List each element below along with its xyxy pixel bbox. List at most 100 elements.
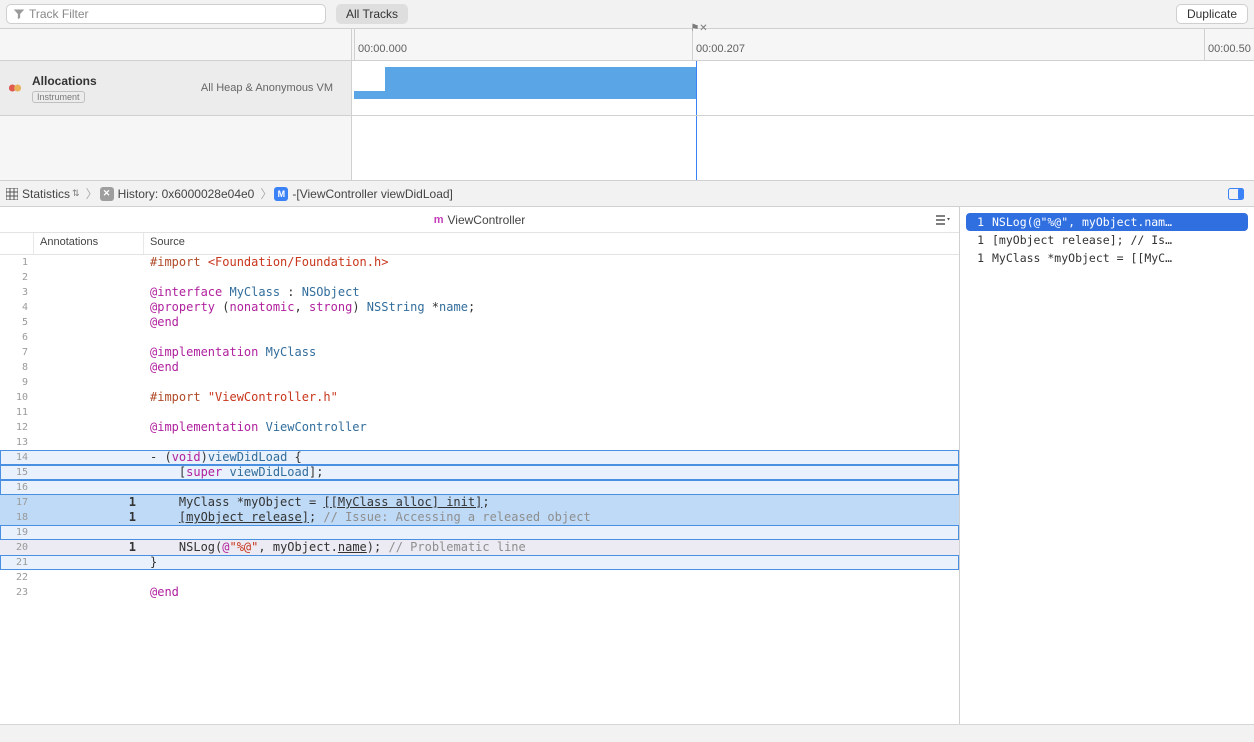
track-filter-input[interactable]: Track Filter — [6, 4, 326, 24]
line-number: 23 — [0, 585, 34, 600]
heaviest-stack-panel: 1 NSLog(@"%@", myObject.nam… 1 [myObject re… — [960, 207, 1254, 724]
line-number: 9 — [0, 375, 34, 390]
line-number: 5 — [0, 315, 34, 330]
line-number: 13 — [0, 435, 34, 450]
line-number: 20 — [0, 540, 34, 555]
annotation-count: 1 — [34, 495, 144, 510]
chevron-right-icon: 〉 — [86, 185, 98, 202]
line-number: 7 — [0, 345, 34, 360]
source-panel: m ViewController Annotations Source 1#im… — [0, 207, 960, 724]
method-icon: M — [274, 187, 288, 201]
playhead-flag-icon: ⚑✕ — [690, 23, 707, 34]
source-text: @end — [144, 360, 959, 375]
code-line[interactable]: 14- (void)viewDidLoad { — [0, 450, 959, 465]
code-line[interactable]: 3 @interface MyClass : NSObject — [0, 285, 959, 300]
stack-text: NSLog(@"%@", myObject.nam… — [992, 215, 1172, 229]
source-text: MyClass *myObject = [[MyClass alloc] ini… — [144, 495, 959, 510]
code-line[interactable]: 10#import "ViewController.h" — [0, 390, 959, 405]
line-number: 4 — [0, 300, 34, 315]
col-annotations[interactable]: Annotations — [34, 233, 144, 254]
filter-icon — [13, 8, 25, 20]
line-number: 6 — [0, 330, 34, 345]
chevron-right-icon: 〉 — [260, 185, 272, 202]
stack-row[interactable]: 1 NSLog(@"%@", myObject.nam… — [966, 213, 1248, 231]
updown-icon: ⇅ — [72, 188, 80, 199]
time-tick-label: 00:00.50 — [1208, 43, 1251, 55]
objc-file-icon: m — [434, 214, 444, 226]
annotation-count: 1 — [34, 510, 144, 525]
sidebar-toggle-icon[interactable] — [1224, 188, 1248, 200]
code-line[interactable]: 171 MyClass *myObject = [[MyClass alloc]… — [0, 495, 959, 510]
file-name: ViewController — [447, 213, 525, 227]
duplicate-button[interactable]: Duplicate — [1176, 4, 1248, 24]
source-text: @implementation ViewController — [144, 420, 959, 435]
code-line[interactable]: 9 — [0, 375, 959, 390]
allocation-bar — [385, 67, 696, 99]
source-text: @implementation MyClass — [144, 345, 959, 360]
code-line[interactable]: 7 @implementation MyClass — [0, 345, 959, 360]
empty-track-area — [0, 116, 1254, 181]
source-text: @interface MyClass : NSObject — [144, 285, 959, 300]
playhead-line — [696, 61, 697, 115]
code-line[interactable]: 21} — [0, 555, 959, 570]
code-area[interactable]: 1#import <Foundation/Foundation.h>23@int… — [0, 255, 959, 724]
code-line[interactable]: 2 — [0, 270, 959, 285]
playhead[interactable]: ⚑✕ — [691, 23, 707, 61]
code-line[interactable]: 181 [myObject release]; // Issue: Access… — [0, 510, 959, 525]
time-ruler-area[interactable]: 00:00.00000:00.20700:00.50⚑✕ — [352, 29, 1254, 60]
stack-count: 1 — [968, 215, 984, 229]
breadcrumb-history[interactable]: ✕ History: 0x6000028e04e0 — [100, 187, 255, 201]
toolbar: Track Filter All Tracks Duplicate — [0, 0, 1254, 29]
track-title: Allocations — [32, 74, 97, 88]
line-number: 16 — [0, 480, 34, 495]
code-line[interactable]: 5@end — [0, 315, 959, 330]
list-options-icon[interactable] — [935, 214, 951, 226]
source-text: } — [144, 555, 959, 570]
line-number: 15 — [0, 465, 34, 480]
line-number: 18 — [0, 510, 34, 525]
breadcrumb-method[interactable]: M -[ViewController viewDidLoad] — [274, 187, 453, 201]
stack-count: 1 — [968, 233, 984, 247]
stack-text: [myObject release]; // Is… — [992, 233, 1172, 247]
line-number: 21 — [0, 555, 34, 570]
track-subtitle: All Heap & Anonymous VM — [201, 82, 343, 94]
source-text: - (void)viewDidLoad { — [144, 450, 959, 465]
line-number: 3 — [0, 285, 34, 300]
code-line[interactable]: 16 — [0, 480, 959, 495]
track-header[interactable]: Allocations Instrument All Heap & Anonym… — [0, 61, 352, 115]
code-line[interactable]: 4@property (nonatomic, strong) NSString … — [0, 300, 959, 315]
code-line[interactable]: 13 — [0, 435, 959, 450]
annotation-count: 1 — [34, 540, 144, 555]
code-line[interactable]: 1#import <Foundation/Foundation.h> — [0, 255, 959, 270]
breadcrumb-bar: Statistics ⇅ 〉 ✕ History: 0x6000028e04e0… — [0, 181, 1254, 207]
stack-count: 1 — [968, 251, 984, 265]
code-line[interactable]: 8@end — [0, 360, 959, 375]
stack-row[interactable]: 1MyClass *myObject = [[MyC… — [960, 249, 1254, 267]
allocation-bar — [354, 91, 387, 99]
code-line[interactable]: 201 NSLog(@"%@", myObject.name); // Prob… — [0, 540, 959, 555]
line-number: 11 — [0, 405, 34, 420]
col-source[interactable]: Source — [144, 233, 959, 254]
code-line[interactable]: 15 [super viewDidLoad]; — [0, 465, 959, 480]
all-tracks-button[interactable]: All Tracks — [336, 4, 408, 24]
code-line[interactable]: 19 — [0, 525, 959, 540]
track-row: Allocations Instrument All Heap & Anonym… — [0, 61, 1254, 116]
line-number: 12 — [0, 420, 34, 435]
stack-row[interactable]: 1 [myObject release]; // Is… — [960, 231, 1254, 249]
source-text: NSLog(@"%@", myObject.name); // Problema… — [144, 540, 959, 555]
time-tick-label: 00:00.000 — [358, 43, 407, 55]
playhead-line — [696, 116, 697, 180]
line-number: 1 — [0, 255, 34, 270]
statistics-selector[interactable]: Statistics ⇅ — [6, 187, 80, 201]
file-header: m ViewController — [0, 207, 959, 233]
code-line[interactable]: 22 — [0, 570, 959, 585]
code-line[interactable]: 6 — [0, 330, 959, 345]
track-graph[interactable] — [352, 61, 1254, 115]
line-number: 22 — [0, 570, 34, 585]
code-line[interactable]: 11 — [0, 405, 959, 420]
instrument-badge[interactable]: Instrument — [32, 91, 85, 103]
line-number: 19 — [0, 525, 34, 540]
track-filter-placeholder: Track Filter — [29, 7, 89, 21]
code-line[interactable]: 23@end — [0, 585, 959, 600]
code-line[interactable]: 12 @implementation ViewController — [0, 420, 959, 435]
